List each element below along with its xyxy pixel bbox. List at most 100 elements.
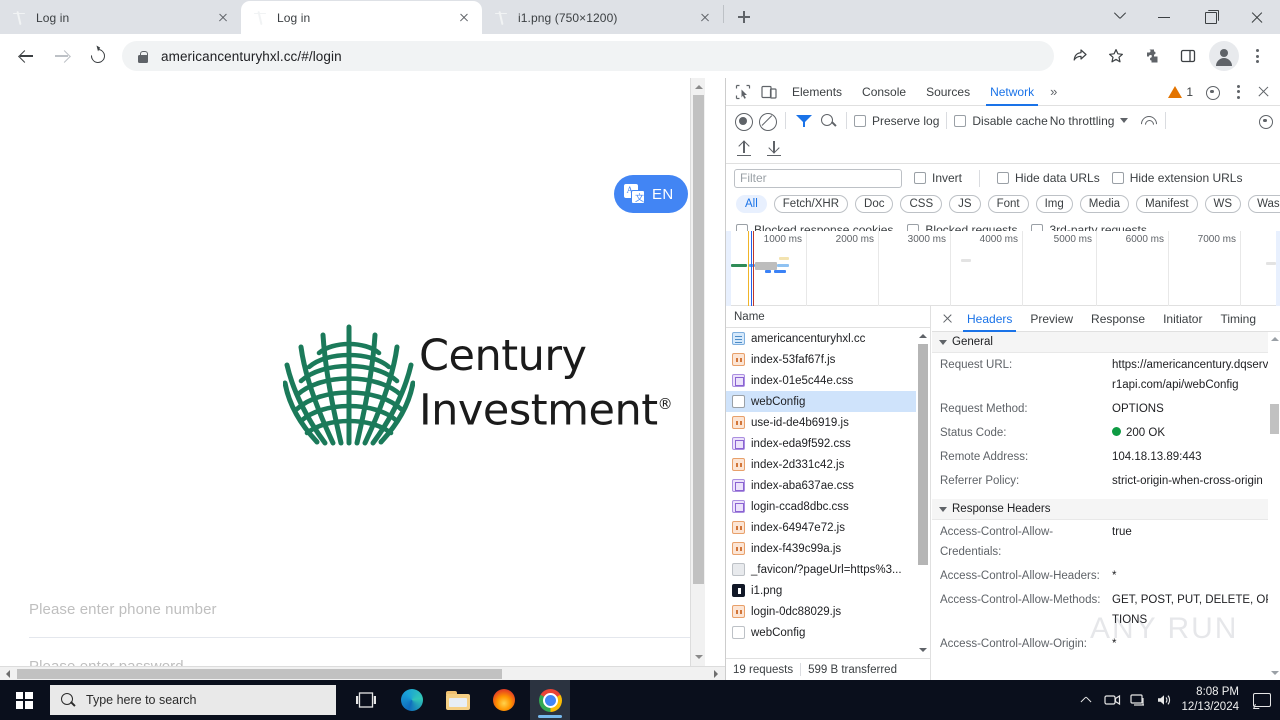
start-button[interactable] bbox=[0, 680, 48, 720]
scrollbar-thumb[interactable] bbox=[17, 669, 502, 679]
scroll-up-arrow-icon[interactable] bbox=[691, 78, 706, 95]
request-row[interactable]: _favicon/?pageUrl=https%3... bbox=[726, 559, 916, 580]
close-icon[interactable] bbox=[1234, 0, 1280, 34]
request-row[interactable]: index-64947e72.js bbox=[726, 517, 916, 538]
request-row[interactable]: index-2d331c42.js bbox=[726, 454, 916, 475]
page-vertical-scrollbar[interactable] bbox=[690, 78, 705, 666]
more-panels-chevron-icon[interactable]: » bbox=[1044, 84, 1063, 99]
tab-headers[interactable]: Headers bbox=[958, 306, 1021, 332]
bookmark-star-icon[interactable] bbox=[1101, 41, 1131, 71]
tab-sources[interactable]: Sources bbox=[916, 78, 980, 106]
tab-timing[interactable]: Timing bbox=[1211, 306, 1265, 332]
import-har-icon[interactable] bbox=[734, 139, 754, 159]
chip-font[interactable]: Font bbox=[987, 194, 1029, 213]
request-row[interactable]: index-01e5c44e.css bbox=[726, 370, 916, 391]
phone-input-row[interactable]: Please enter phone number bbox=[29, 582, 705, 638]
tab-console[interactable]: Console bbox=[852, 78, 916, 106]
minimize-icon[interactable] bbox=[1142, 0, 1188, 34]
restore-icon[interactable] bbox=[1188, 0, 1234, 34]
tab-initiator[interactable]: Initiator bbox=[1154, 306, 1211, 332]
chip-manifest[interactable]: Manifest bbox=[1136, 194, 1198, 213]
microsoft-edge-icon[interactable] bbox=[392, 680, 432, 720]
tab-search-chevron-icon[interactable] bbox=[1096, 0, 1142, 34]
request-row[interactable]: i1.png bbox=[726, 580, 916, 601]
request-row[interactable]: index-eda9f592.css bbox=[726, 433, 916, 454]
chip-img[interactable]: Img bbox=[1035, 194, 1073, 213]
tab-elements[interactable]: Elements bbox=[782, 78, 852, 106]
inspect-element-icon[interactable] bbox=[730, 79, 756, 105]
network-icon[interactable] bbox=[1125, 680, 1151, 720]
filter-input[interactable]: Filter bbox=[734, 168, 902, 188]
general-section-header[interactable]: General bbox=[932, 332, 1280, 353]
checkbox-box[interactable] bbox=[914, 172, 926, 184]
chrome-menu-icon[interactable] bbox=[1242, 41, 1272, 71]
network-conditions-icon[interactable] bbox=[1138, 111, 1158, 131]
checkbox-box[interactable] bbox=[997, 172, 1010, 184]
close-icon[interactable] bbox=[696, 9, 714, 27]
device-toolbar-icon[interactable] bbox=[756, 79, 782, 105]
chevron-down-icon[interactable] bbox=[1120, 118, 1129, 123]
reload-icon[interactable] bbox=[83, 41, 113, 71]
show-hidden-icons-chevron[interactable] bbox=[1073, 680, 1099, 720]
scroll-left-arrow-icon[interactable] bbox=[0, 667, 16, 680]
search-icon[interactable] bbox=[817, 110, 839, 132]
hide-extension-urls-checkbox[interactable]: Hide extension URLs bbox=[1111, 171, 1242, 185]
request-row[interactable]: login-0dc88029.js bbox=[726, 601, 916, 622]
chip-doc[interactable]: Doc bbox=[855, 194, 894, 213]
scroll-down-arrow-icon[interactable] bbox=[691, 649, 706, 666]
close-icon[interactable] bbox=[214, 9, 232, 27]
share-icon[interactable] bbox=[1065, 41, 1095, 71]
chip-ws[interactable]: WS bbox=[1204, 194, 1242, 213]
close-detail-icon[interactable] bbox=[936, 308, 958, 330]
chip-media[interactable]: Media bbox=[1079, 194, 1130, 213]
request-row[interactable]: americancenturyhxl.cc bbox=[726, 328, 916, 349]
page-horizontal-scrollbar[interactable] bbox=[0, 666, 725, 680]
checkbox-box[interactable] bbox=[1111, 172, 1124, 184]
chip-js[interactable]: JS bbox=[949, 194, 981, 213]
browser-tab-3[interactable]: i1.png (750×1200) bbox=[482, 1, 723, 34]
new-tab-button[interactable] bbox=[730, 3, 758, 31]
request-row[interactable]: use-id-de4b6919.js bbox=[726, 412, 916, 433]
request-row[interactable]: index-aba637ae.css bbox=[726, 475, 916, 496]
google-translate-widget[interactable]: A 文 EN bbox=[614, 175, 688, 213]
disable-cache-checkbox[interactable]: Disable cache bbox=[954, 114, 1048, 128]
request-list-scrollbar[interactable] bbox=[916, 328, 930, 658]
forward-icon[interactable] bbox=[47, 41, 77, 71]
detail-scrollbar[interactable] bbox=[1268, 332, 1280, 680]
devtools-close-icon[interactable] bbox=[1251, 79, 1277, 105]
checkbox-box[interactable] bbox=[854, 114, 866, 127]
request-row[interactable]: webConfig bbox=[726, 622, 916, 643]
request-row[interactable]: index-53faf67f.js bbox=[726, 349, 916, 370]
chip-all[interactable]: All bbox=[736, 194, 767, 213]
task-view-icon[interactable] bbox=[346, 680, 386, 720]
tab-response[interactable]: Response bbox=[1082, 306, 1154, 332]
profile-avatar-icon[interactable] bbox=[1209, 41, 1239, 71]
close-icon[interactable] bbox=[455, 9, 473, 27]
record-button[interactable] bbox=[732, 110, 754, 132]
export-har-icon[interactable] bbox=[764, 139, 784, 159]
preserve-log-checkbox[interactable]: Preserve log bbox=[854, 114, 939, 128]
devtools-more-options-icon[interactable] bbox=[1225, 79, 1251, 105]
tab-network[interactable]: Network bbox=[980, 78, 1044, 106]
throttling-select[interactable]: No throttling bbox=[1050, 114, 1115, 128]
volume-icon[interactable] bbox=[1151, 680, 1177, 720]
tab-preview[interactable]: Preview bbox=[1021, 306, 1082, 332]
request-list[interactable]: americancenturyhxl.cc index-53faf67f.js … bbox=[726, 328, 916, 658]
warning-badge[interactable]: 1 bbox=[1168, 85, 1193, 99]
scrollbar-thumb[interactable] bbox=[918, 344, 928, 565]
firefox-icon[interactable] bbox=[484, 680, 524, 720]
request-row[interactable]: index-f439c99a.js bbox=[726, 538, 916, 559]
google-chrome-icon[interactable] bbox=[530, 680, 570, 720]
file-explorer-icon[interactable] bbox=[438, 680, 478, 720]
network-settings-gear-icon[interactable] bbox=[1255, 111, 1275, 131]
chip-wasm[interactable]: Wasm bbox=[1248, 194, 1280, 213]
extensions-puzzle-icon[interactable] bbox=[1137, 41, 1167, 71]
devtools-settings-gear-icon[interactable] bbox=[1199, 79, 1225, 105]
clear-network-log-icon[interactable] bbox=[756, 110, 778, 132]
scrollbar-thumb[interactable] bbox=[693, 95, 704, 584]
scrollbar-thumb[interactable] bbox=[1270, 404, 1279, 434]
hide-data-urls-checkbox[interactable]: Hide data URLs bbox=[997, 171, 1100, 185]
header-value[interactable]: https://americancentury.dqserver1api.com… bbox=[1112, 355, 1275, 395]
request-name-column-header[interactable]: Name bbox=[726, 306, 930, 328]
side-panel-icon[interactable] bbox=[1173, 41, 1203, 71]
